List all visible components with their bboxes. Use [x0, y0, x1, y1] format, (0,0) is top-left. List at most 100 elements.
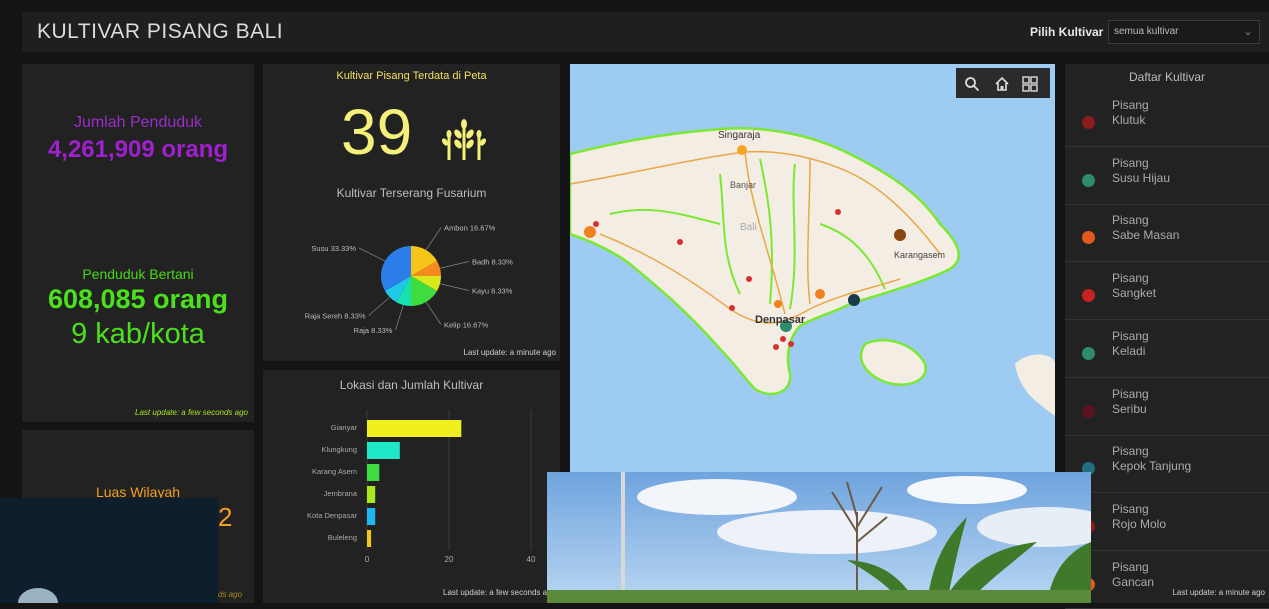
- cultivar-list-item[interactable]: Pisang Rojo Molo: [1065, 494, 1269, 551]
- pie-slice-label: Ambon 16.67%: [444, 224, 496, 233]
- cultivar-filter-select[interactable]: semua kultivar ⌄: [1108, 20, 1260, 44]
- pie-updated: Last update: a minute ago: [463, 348, 556, 357]
- fusarium-panel: Kultivar Pisang Terdata di Peta 39 Kulti…: [263, 64, 560, 361]
- cultivar-filter-label: Pilih Kultivar: [1030, 25, 1104, 39]
- app-title: KULTIVAR PISANG BALI: [37, 20, 284, 43]
- pie-slice-label: Badh 8.33%: [472, 258, 513, 267]
- map-label-singaraja: Singaraja: [718, 130, 761, 141]
- cultivar-list-item[interactable]: Pisang Klutuk: [1065, 90, 1269, 147]
- fusarium-pie-chart: Ambon 16.67% Badh 8.33% Kayu 8.33% Kelip 16…: [305, 224, 513, 336]
- bar-category-label: Jembrana: [324, 489, 358, 498]
- bar[interactable]: [367, 420, 462, 437]
- cultivar-list-title: Daftar Kultivar: [1128, 70, 1206, 84]
- cultivar-name: Gancan: [1112, 574, 1155, 589]
- cultivar-list-item[interactable]: Pisang Seribu: [1065, 379, 1269, 436]
- cultivar-name-prefix: Pisang: [1112, 501, 1149, 516]
- bar-x-tick: 40: [527, 555, 536, 564]
- cultivar-color-dot: [1082, 173, 1095, 187]
- cultivar-list-item[interactable]: Pisang Kepok Tanjung: [1065, 436, 1269, 494]
- search-icon[interactable]: [964, 76, 980, 92]
- cultivar-name-prefix: Pisang: [1112, 444, 1149, 459]
- bar-x-tick: 20: [445, 555, 454, 564]
- cultivar-count-value: 39: [341, 96, 413, 168]
- cultivar-list-item[interactable]: Pisang Keladi: [1065, 321, 1269, 378]
- pie-slice-label: Raja Sereh 8.33%: [305, 312, 366, 321]
- cultivar-list-updated: Last update: a minute ago: [1172, 588, 1265, 597]
- population-panel: Jumlah Penduduk 4,261,909 orang Penduduk…: [22, 64, 254, 422]
- cultivar-color-dot: [1082, 231, 1095, 245]
- bar[interactable]: [367, 464, 380, 481]
- bar-category-label: Kota Denpasar: [307, 511, 358, 520]
- bar[interactable]: [367, 442, 400, 459]
- map-toolbar: [956, 68, 1050, 98]
- location-panel: Lokasi dan Jumlah Kultivar 0 20 40 Gianyar K…: [263, 370, 560, 603]
- cultivar-name: Klutuk: [1112, 113, 1146, 127]
- home-icon[interactable]: [994, 76, 1010, 92]
- cultivar-list-item[interactable]: Pisang Susu Hijau: [1065, 148, 1269, 205]
- cultivar-name: Keladi: [1112, 343, 1146, 358]
- lombok-coast: [1015, 354, 1055, 416]
- pie-leader-line: [395, 304, 404, 331]
- cultivar-color-dot: [1082, 116, 1095, 129]
- bali-map[interactable]: [570, 64, 1055, 472]
- farmers-label: Penduduk Bertani: [82, 266, 194, 282]
- cultivar-list-item[interactable]: Pisang Sangket: [1065, 263, 1269, 321]
- bar[interactable]: [367, 486, 376, 503]
- cultivar-name: Rojo Molo: [1112, 516, 1167, 531]
- header-bar: KULTIVAR PISANG BALI Pilih Kultivar semu…: [22, 12, 1269, 52]
- cultivar-name-prefix: Pisang: [1112, 559, 1149, 574]
- population-value: 4,261,909 orang: [47, 136, 229, 163]
- bar-category-label: Karang Asem: [312, 467, 357, 476]
- cultivar-name-prefix: Pisang: [1112, 386, 1149, 401]
- photo-thumbnail-left: [0, 498, 218, 603]
- pie-leader-line: [425, 301, 442, 325]
- cultivar-name-prefix: Pisang: [1112, 155, 1149, 170]
- cultivar-name: Sabe Masan: [1112, 228, 1180, 243]
- bar-category-label: Buleleng: [328, 533, 357, 542]
- bar[interactable]: [367, 530, 372, 547]
- pie-leader-line: [425, 227, 442, 251]
- map-label-banjar: Banjar: [730, 180, 757, 190]
- wheat-icon: [441, 116, 487, 167]
- area-value: 2: [218, 502, 233, 532]
- cultivar-list-item[interactable]: Pisang Gancan: [1065, 552, 1269, 609]
- cultivar-name-prefix: Pisang: [1112, 98, 1149, 112]
- nusa-penida-island: [859, 338, 927, 386]
- cultivar-color-dot: [1082, 289, 1095, 303]
- cultivar-name: Sangket: [1112, 286, 1157, 301]
- pie-title: Kultivar Terserang Fusarium: [336, 186, 487, 200]
- cultivar-filter-value: semua kultivar: [1114, 26, 1179, 37]
- map-label-bali: Bali: [740, 222, 757, 233]
- farmers-value: 608,085 orang: [47, 284, 229, 314]
- cultivar-name-prefix: Pisang: [1112, 328, 1149, 343]
- location-bar-chart: 0 20 40 Gianyar Klungkung Karang Asem Jembrana…: [307, 410, 536, 564]
- cultivar-name: Susu Hijau: [1112, 170, 1171, 185]
- cultivar-list-item[interactable]: Pisang Sabe Masan: [1065, 205, 1269, 263]
- grid-icon[interactable]: [1022, 76, 1038, 92]
- cultivar-name: Kepok Tanjung: [1112, 459, 1192, 474]
- population-label: Jumlah Penduduk: [73, 114, 203, 131]
- farmers-updated: Last update: a few seconds ago: [135, 408, 248, 417]
- pie-leader-line: [439, 283, 470, 291]
- pie-leader-line: [368, 296, 391, 316]
- pie-leader-line: [358, 247, 386, 262]
- cultivar-color-dot: [1082, 404, 1095, 418]
- map-label-karangasem: Karangasem: [894, 250, 946, 260]
- pie-slice-label: Kelip 16.67%: [444, 321, 489, 330]
- cultivar-name-prefix: Pisang: [1112, 271, 1149, 286]
- pie-slice-label: Susu 33.33%: [311, 244, 356, 253]
- map-panel[interactable]: Singaraja Banjar Bali Karangasem Denpasa…: [570, 64, 1055, 472]
- pie-leader-line: [439, 261, 470, 269]
- pie-slice-label: Kayu 8.33%: [472, 286, 513, 295]
- banana-plants-photo: [547, 472, 1091, 603]
- cultivar-color-dot: [1082, 346, 1095, 360]
- regions-value: 9 kab/kota: [71, 318, 205, 350]
- cultivar-name-prefix: Pisang: [1112, 213, 1149, 228]
- bar-x-tick: 0: [365, 555, 370, 564]
- bar-updated: Last update: a few seconds ago: [443, 588, 556, 597]
- bar-category-label: Gianyar: [331, 423, 358, 432]
- bar[interactable]: [367, 508, 376, 525]
- map-label-denpasar: Denpasar: [755, 314, 806, 326]
- bar-category-label: Klungkung: [322, 445, 357, 454]
- cultivar-list-panel: Daftar Kultivar Pisang Klutuk Pisang Susu H…: [1065, 64, 1269, 609]
